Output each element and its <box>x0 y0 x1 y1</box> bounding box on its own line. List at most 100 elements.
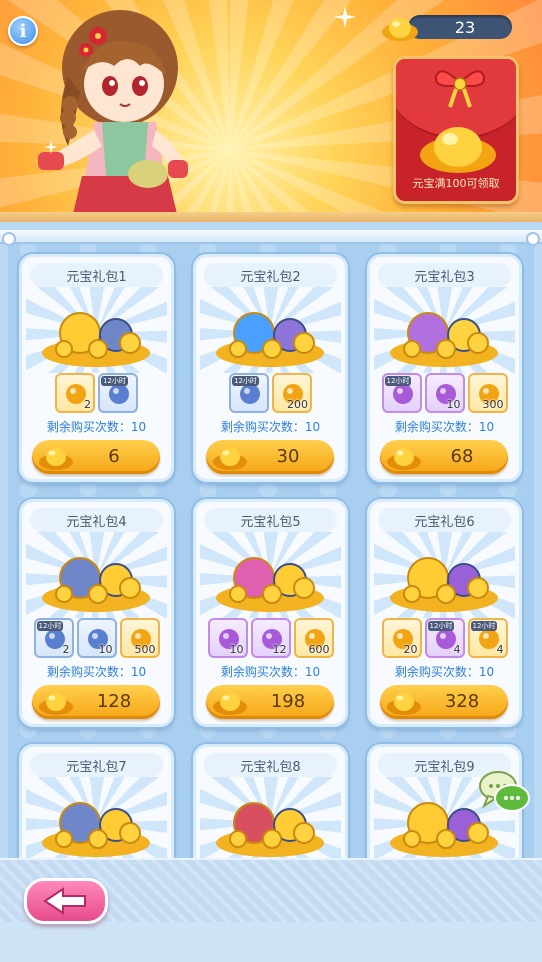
item-quantity: 600 <box>308 643 330 656</box>
pack-title: 元宝礼包5 <box>204 508 337 532</box>
chat-bubbles-icon[interactable] <box>476 768 532 816</box>
pack-art <box>374 532 515 618</box>
pack-item-list: 12小时 200 <box>196 373 345 417</box>
price-label: 198 <box>270 691 306 712</box>
treasure-pile-icon <box>390 557 498 612</box>
info-icon: i <box>19 20 27 42</box>
treasure-pile-icon <box>216 802 324 857</box>
item-quantity: 4 <box>496 643 504 656</box>
pack-item-list: 12小时 2 10 500 <box>22 618 171 662</box>
pack-item-list: 10 12 600 <box>196 618 345 662</box>
pack-art <box>26 777 167 863</box>
treasure-pile-icon <box>42 312 150 367</box>
pack-item[interactable]: 2 <box>55 373 95 413</box>
treasure-pile-icon <box>216 312 324 367</box>
gift-pack-card[interactable]: 元宝礼包4 12小时 2 10 500 剩余购买次数：10 128 <box>19 499 174 727</box>
top-banner: i 23 元宝满100可领取 <box>0 0 542 222</box>
treasure-pile-icon <box>42 557 150 612</box>
treasure-pile-icon <box>42 802 150 857</box>
buy-button[interactable]: 68 <box>380 440 508 474</box>
character-illustration <box>38 10 188 218</box>
pack-art <box>200 287 341 373</box>
back-button[interactable] <box>24 878 108 924</box>
item-quantity: 300 <box>482 398 504 411</box>
gift-pack-card[interactable]: 元宝礼包3 12小时 10 300 剩余购买次数：10 68 <box>367 254 522 482</box>
item-quantity: 12 <box>272 643 287 656</box>
item-duration-tag: 12小时 <box>384 376 412 386</box>
item-quantity: 4 <box>453 643 461 656</box>
pack-item[interactable]: 500 <box>119 618 160 658</box>
pack-title: 元宝礼包8 <box>204 753 337 777</box>
item-duration-tag: 12小时 <box>470 621 498 631</box>
remaining-purchases: 剩余购买次数：10 <box>220 420 321 434</box>
buy-button[interactable]: 30 <box>206 440 334 474</box>
remaining-purchases: 剩余购买次数：10 <box>394 420 495 434</box>
buy-button[interactable]: 6 <box>32 440 160 474</box>
pack-item[interactable]: 12小时 <box>381 373 422 413</box>
item-quantity: 10 <box>446 398 461 411</box>
red-envelope-reward[interactable]: 元宝满100可领取 <box>393 56 519 204</box>
item-quantity: 2 <box>84 398 91 411</box>
pack-art <box>374 287 515 373</box>
pack-title: 元宝礼包2 <box>204 263 337 287</box>
pack-item[interactable]: 300 <box>467 373 508 413</box>
remaining-purchases: 剩余购买次数：10 <box>46 665 147 679</box>
buy-button[interactable]: 198 <box>206 685 334 719</box>
item-quantity: 2 <box>62 643 70 656</box>
pack-item[interactable]: 10 <box>76 618 117 658</box>
pack-item[interactable]: 12小时 2 <box>33 618 74 658</box>
pack-item[interactable]: 12 <box>250 618 291 658</box>
pack-item[interactable]: 12小时 <box>229 373 269 413</box>
remaining-purchases: 剩余购买次数：10 <box>394 665 495 679</box>
item-quantity: 10 <box>98 643 113 656</box>
item-duration-tag: 12小时 <box>101 376 128 386</box>
item-quantity: 200 <box>287 398 308 411</box>
pack-item[interactable]: 10 <box>207 618 248 658</box>
pack-item[interactable]: 10 <box>424 373 465 413</box>
pack-item-list: 12小时 10 300 <box>370 373 519 417</box>
pack-title: 元宝礼包3 <box>378 263 511 287</box>
item-duration-tag: 12小时 <box>232 376 259 386</box>
price-label: 328 <box>444 691 480 712</box>
currency-amount: 23 <box>408 15 512 39</box>
sparkle-icon <box>44 140 58 154</box>
price-label: 6 <box>108 446 120 467</box>
item-duration-tag: 12小时 <box>427 621 455 631</box>
buy-button[interactable]: 128 <box>32 685 160 719</box>
pack-item[interactable]: 200 <box>272 373 312 413</box>
price-label: 30 <box>276 446 300 467</box>
buy-button[interactable]: 328 <box>380 685 508 719</box>
treasure-pile-icon <box>216 557 324 612</box>
bow-icon <box>434 70 486 108</box>
pack-item[interactable]: 600 <box>293 618 334 658</box>
pack-item-list: 20 12小时 4 12小时 4 <box>370 618 519 662</box>
pack-title: 元宝礼包4 <box>30 508 163 532</box>
remaining-purchases: 剩余购买次数：10 <box>46 420 147 434</box>
price-label: 128 <box>96 691 132 712</box>
pack-art <box>200 777 341 863</box>
pack-item[interactable]: 20 <box>381 618 422 658</box>
gift-pack-card[interactable]: 元宝礼包2 12小时 200 剩余购买次数：10 30 <box>193 254 348 482</box>
pack-art <box>26 287 167 373</box>
treasure-pile-icon <box>390 312 498 367</box>
sparkle-icon <box>334 6 356 28</box>
gold-ingot-icon <box>420 127 496 173</box>
item-quantity: 500 <box>134 643 156 656</box>
pack-art <box>200 532 341 618</box>
item-quantity: 10 <box>229 643 244 656</box>
pack-art <box>26 532 167 618</box>
pack-item[interactable]: 12小时 <box>98 373 138 413</box>
pack-item[interactable]: 12小时 4 <box>424 618 465 658</box>
item-quantity: 20 <box>403 643 418 656</box>
gift-pack-card[interactable]: 元宝礼包5 10 12 600 剩余购买次数：10 198 <box>193 499 348 727</box>
gift-pack-card[interactable]: 元宝礼包6 20 12小时 4 12小时 4 剩余购买次数：10 328 <box>367 499 522 727</box>
pack-title: 元宝礼包6 <box>378 508 511 532</box>
pack-item[interactable]: 12小时 4 <box>467 618 508 658</box>
back-arrow-icon <box>43 887 86 915</box>
currency-display: 23 <box>380 12 514 42</box>
gift-pack-card[interactable]: 元宝礼包1 2 12小时 剩余购买次数：10 6 <box>19 254 174 482</box>
redpack-caption: 元宝满100可领取 <box>412 177 500 190</box>
pack-item-list: 2 12小时 <box>22 373 171 417</box>
price-label: 68 <box>450 446 474 467</box>
gold-ingot-icon <box>382 18 418 41</box>
